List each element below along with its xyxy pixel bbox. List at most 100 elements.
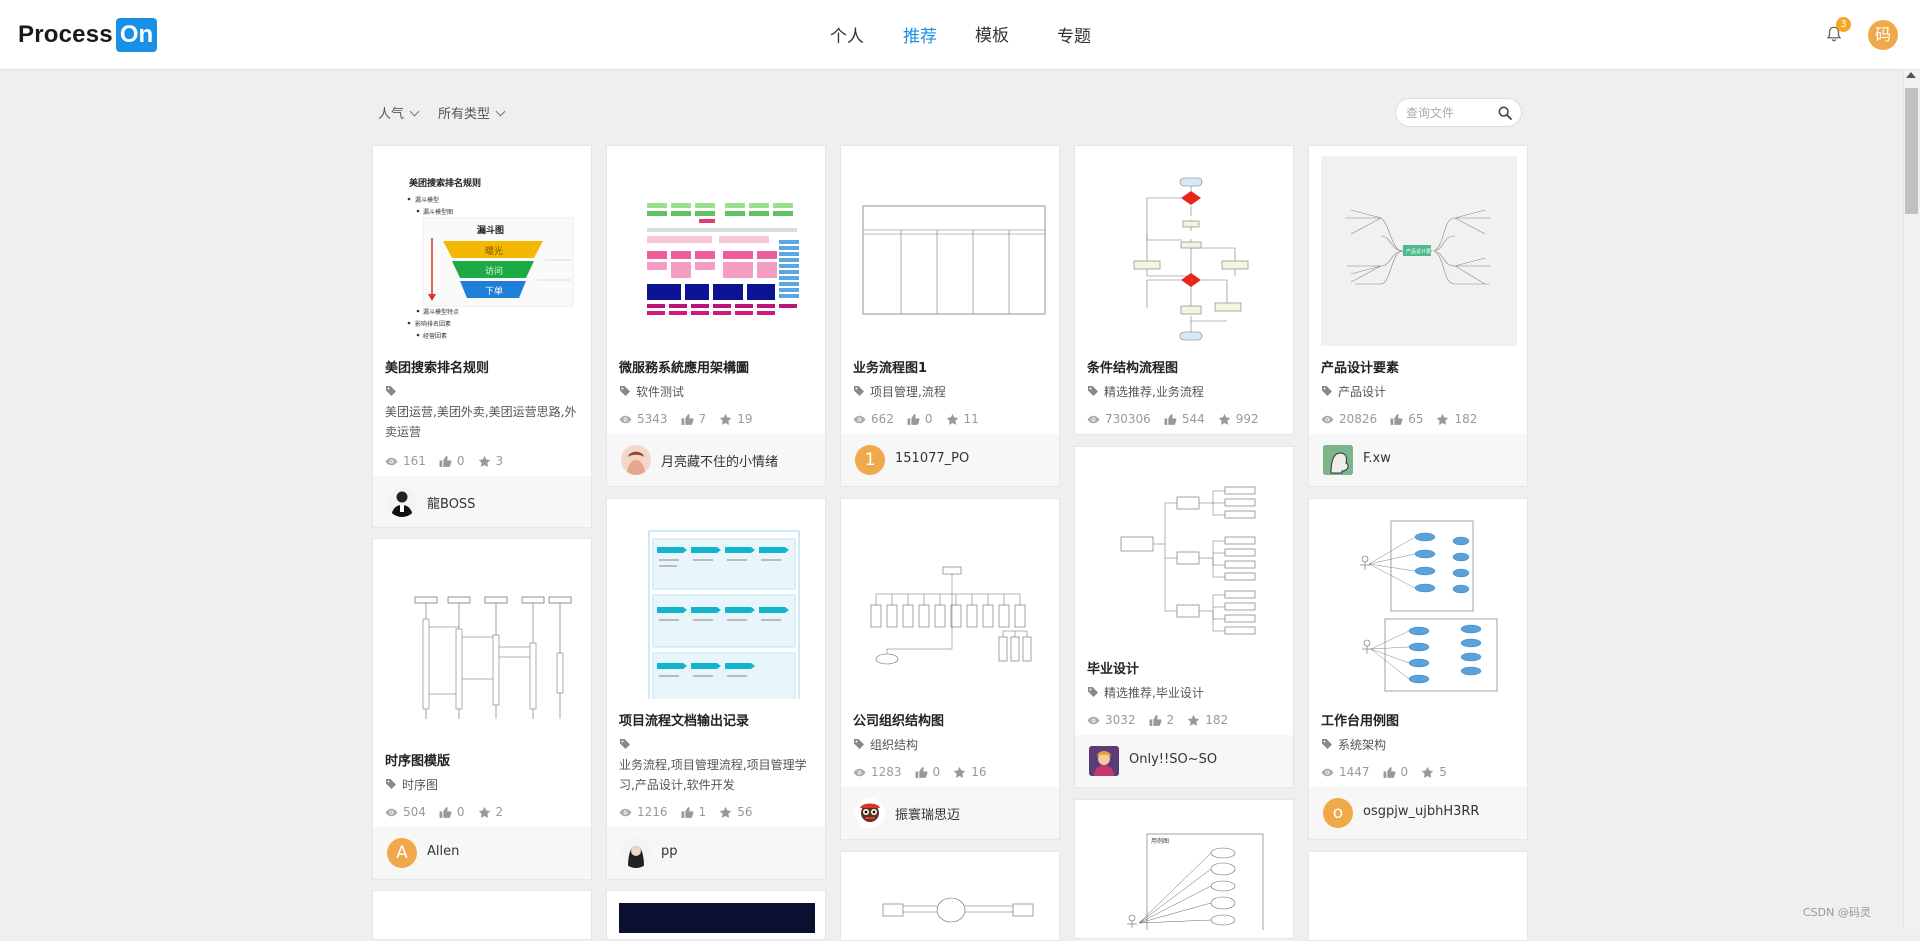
like-count: 0: [1400, 765, 1409, 779]
card-thumbnail[interactable]: [385, 549, 581, 739]
card-thumbnail[interactable]: [619, 509, 815, 699]
nav-templates[interactable]: 模板: [975, 21, 1009, 47]
author-name[interactable]: 龍BOSS: [427, 493, 475, 512]
star-icon[interactable]: [1436, 413, 1449, 426]
star-icon[interactable]: [719, 806, 732, 819]
card-author[interactable]: 振寰瑞思迈: [841, 787, 1059, 839]
author-avatar[interactable]: o: [1323, 798, 1353, 828]
author-avatar[interactable]: [387, 487, 417, 517]
sort-dropdown[interactable]: 人气: [378, 103, 420, 122]
author-avatar[interactable]: A: [387, 838, 417, 868]
diagram-card[interactable]: 美团搜索排名规则 漏斗模型 漏斗模型图 漏斗图 曝光 访问 下单 漏斗模型特点 …: [372, 145, 592, 528]
card-title[interactable]: 毕业设计: [1087, 658, 1139, 677]
thumbs-up-icon[interactable]: [915, 766, 928, 779]
star-icon[interactable]: [953, 766, 966, 779]
diagram-card[interactable]: [606, 890, 826, 940]
author-name[interactable]: 振寰瑞思迈: [895, 804, 960, 823]
search-input[interactable]: [1406, 104, 1494, 122]
author-name[interactable]: 151077_PO: [895, 451, 969, 466]
diagram-card[interactable]: 产品设计要素 产品设计要素 产品设计 20826 65 182 F.xw: [1308, 145, 1528, 487]
card-title[interactable]: 产品设计要素: [1321, 357, 1399, 376]
diagram-card[interactable]: [840, 851, 1060, 941]
card-title[interactable]: 美团搜索排名规则: [385, 357, 489, 376]
thumbs-up-icon[interactable]: [1164, 413, 1177, 426]
card-thumbnail[interactable]: [853, 509, 1049, 699]
diagram-card[interactable]: [1308, 851, 1528, 941]
star-icon[interactable]: [946, 413, 959, 426]
card-thumbnail[interactable]: 产品设计要素: [1321, 156, 1517, 346]
eye-icon: [385, 455, 398, 468]
thumbs-up-icon[interactable]: [681, 413, 694, 426]
card-author[interactable]: 月亮藏不住的小情绪: [607, 434, 825, 486]
card-thumbnail[interactable]: [1321, 509, 1517, 699]
star-icon[interactable]: [1218, 413, 1231, 426]
card-title[interactable]: 工作台用例图: [1321, 710, 1399, 729]
card-thumbnail[interactable]: [853, 156, 1049, 346]
author-avatar[interactable]: [1323, 445, 1353, 475]
author-avatar[interactable]: [621, 838, 651, 868]
author-avatar[interactable]: [1089, 746, 1119, 776]
star-icon[interactable]: [478, 455, 491, 468]
card-author[interactable]: pp: [607, 827, 825, 879]
thumbs-up-icon[interactable]: [681, 806, 694, 819]
nav-personal[interactable]: 个人: [830, 22, 864, 48]
author-avatar[interactable]: [855, 798, 885, 828]
author-name[interactable]: osgpjw_ujbhH3RR: [1363, 804, 1479, 819]
diagram-card[interactable]: 条件结构流程图 精选推荐,业务流程 730306 544 992: [1074, 145, 1294, 435]
author-avatar[interactable]: 1: [855, 445, 885, 475]
author-name[interactable]: pp: [661, 844, 678, 859]
scroll-up-arrow-icon[interactable]: [1906, 72, 1916, 78]
author-avatar[interactable]: [621, 445, 651, 475]
card-thumbnail[interactable]: [619, 903, 815, 933]
thumbs-up-icon[interactable]: [439, 806, 452, 819]
processon-logo[interactable]: Process On: [18, 17, 158, 53]
author-name[interactable]: Only!!SO~SO: [1129, 752, 1217, 767]
card-author[interactable]: 1 151077_PO: [841, 434, 1059, 486]
diagram-card[interactable]: 时序图模版 时序图 504 0 2 A Allen: [372, 538, 592, 880]
card-thumbnail[interactable]: [1087, 457, 1283, 647]
thumbs-up-icon[interactable]: [1149, 714, 1162, 727]
author-name[interactable]: F.xw: [1363, 451, 1391, 466]
card-title[interactable]: 时序图模版: [385, 750, 450, 769]
card-tag-list[interactable]: 美团运营,美团外卖,美团运营思路,外卖运营: [385, 405, 576, 439]
card-author[interactable]: o osgpjw_ujbhH3RR: [1309, 787, 1527, 839]
diagram-card[interactable]: 用例图: [1074, 799, 1294, 939]
diagram-card[interactable]: 毕业设计 精选推荐,毕业设计 3032 2 182 Only!!SO~SO: [1074, 446, 1294, 788]
diagram-card[interactable]: 公司组织结构图 组织结构 1283 0 16 振寰瑞思迈: [840, 498, 1060, 840]
diagram-card[interactable]: 工作台用例图 系统架构 1447 0 5 o osgpjw_ujbhH3RR: [1308, 498, 1528, 840]
diagram-card[interactable]: [372, 890, 592, 940]
card-author[interactable]: F.xw: [1309, 434, 1527, 486]
star-icon[interactable]: [1187, 714, 1200, 727]
card-title[interactable]: 条件结构流程图: [1087, 357, 1178, 376]
diagram-card[interactable]: 项目流程文档输出记录 业务流程,项目管理流程,项目管理学习,产品设计,软件开发 …: [606, 498, 826, 880]
star-icon[interactable]: [719, 413, 732, 426]
type-dropdown[interactable]: 所有类型: [438, 103, 506, 122]
card-author[interactable]: 龍BOSS: [373, 476, 591, 527]
card-title[interactable]: 业务流程图1: [853, 357, 927, 376]
card-title[interactable]: 公司组织结构图: [853, 710, 944, 729]
author-name[interactable]: Allen: [427, 844, 459, 859]
diagram-card[interactable]: 微服務系統應用架構圖 软件测试 5343 7 19 月亮藏不住的小情绪: [606, 145, 826, 487]
card-author[interactable]: A Allen: [373, 827, 591, 879]
card-title[interactable]: 微服務系統應用架構圖: [619, 357, 749, 376]
card-tag-list[interactable]: 业务流程,项目管理流程,项目管理学习,产品设计,软件开发: [619, 758, 807, 792]
user-avatar[interactable]: 码: [1868, 20, 1898, 50]
star-icon[interactable]: [1421, 766, 1434, 779]
thumbs-up-icon[interactable]: [1383, 766, 1396, 779]
card-title[interactable]: 项目流程文档输出记录: [619, 710, 749, 729]
star-icon[interactable]: [478, 806, 491, 819]
card-thumbnail[interactable]: 美团搜索排名规则 漏斗模型 漏斗模型图 漏斗图 曝光 访问 下单 漏斗模型特点 …: [385, 156, 581, 346]
nav-recommend[interactable]: 推荐: [903, 22, 937, 48]
card-thumbnail[interactable]: [1087, 156, 1283, 346]
card-thumbnail[interactable]: [619, 156, 815, 346]
card-author[interactable]: Only!!SO~SO: [1075, 735, 1293, 787]
thumbs-up-icon[interactable]: [1390, 413, 1403, 426]
search-icon[interactable]: [1497, 105, 1513, 121]
card-thumbnail[interactable]: 用例图: [1087, 810, 1283, 930]
thumbs-up-icon[interactable]: [907, 413, 920, 426]
scroll-thumb[interactable]: [1905, 88, 1918, 214]
author-name[interactable]: 月亮藏不住的小情绪: [661, 451, 778, 470]
nav-topics[interactable]: 专题: [1057, 22, 1091, 48]
thumbs-up-icon[interactable]: [439, 455, 452, 468]
diagram-card[interactable]: 业务流程图1 项目管理,流程 662 0 11 1 151077_PO: [840, 145, 1060, 487]
